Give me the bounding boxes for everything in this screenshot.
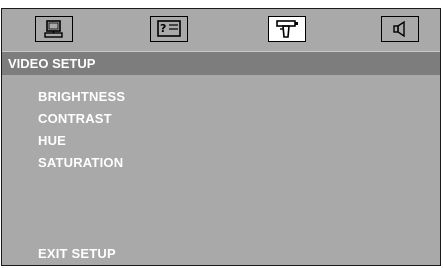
tab-audio[interactable] — [381, 16, 419, 42]
tab-help[interactable]: ? — [150, 16, 188, 42]
osd-setup-panel: ? VIDEO SETUP BRIGHTNESS CONTRAST HUE SA… — [1, 8, 441, 266]
category-icon-bar: ? — [2, 9, 440, 51]
svg-text:?: ? — [160, 22, 166, 35]
menu-item-hue[interactable]: HUE — [38, 133, 66, 149]
menu-item-brightness[interactable]: BRIGHTNESS — [38, 89, 125, 105]
page-title: VIDEO SETUP — [2, 51, 440, 75]
menu-item-saturation[interactable]: SATURATION — [38, 155, 123, 171]
speaker-icon — [393, 20, 405, 38]
help-dialog-icon: ? — [157, 20, 181, 37]
monitor-icon — [44, 20, 63, 38]
camera-icon — [276, 20, 298, 38]
menu-item-contrast[interactable]: CONTRAST — [38, 111, 112, 127]
tab-general[interactable] — [35, 16, 73, 42]
video-setup-menu: BRIGHTNESS CONTRAST HUE SATURATION EXIT … — [2, 75, 440, 265]
menu-item-exit-setup[interactable]: EXIT SETUP — [38, 246, 116, 262]
tab-video[interactable] — [268, 16, 306, 42]
